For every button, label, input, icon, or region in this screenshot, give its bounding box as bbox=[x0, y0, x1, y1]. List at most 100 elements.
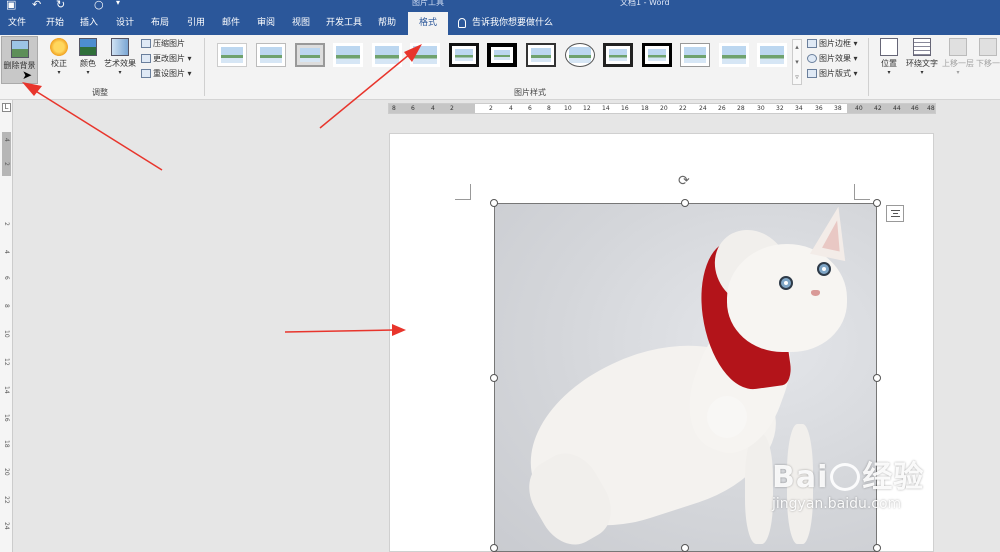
tab-developer[interactable]: 开发工具 bbox=[322, 12, 366, 35]
resize-handle-e[interactable] bbox=[873, 374, 881, 382]
picture-style-4[interactable] bbox=[333, 43, 363, 67]
resize-handle-ne[interactable] bbox=[873, 199, 881, 207]
tab-selector[interactable]: L bbox=[2, 103, 11, 112]
wrap-text-label: 环绕文字 bbox=[906, 59, 938, 68]
horizontal-ruler[interactable]: 8 6 4 2 2 4 6 8 10 12 14 16 18 20 22 24 … bbox=[388, 103, 936, 114]
hruler-number: 4 bbox=[431, 105, 435, 112]
color-button[interactable]: 颜色 ▾ bbox=[74, 38, 102, 84]
tell-me-text: 告诉我你想要做什么 bbox=[472, 18, 554, 28]
hruler-number: 40 bbox=[855, 105, 863, 112]
picture-style-13[interactable] bbox=[680, 43, 710, 67]
wrap-text-button[interactable]: 环绕文字 ▾ bbox=[904, 38, 940, 84]
resize-handle-se[interactable] bbox=[873, 544, 881, 552]
tab-view[interactable]: 视图 bbox=[286, 12, 316, 35]
remove-background-button[interactable]: 删除背景 bbox=[1, 36, 38, 84]
bring-forward-label: 上移一层 bbox=[942, 59, 974, 68]
picture-effects-button[interactable]: 图片效果 ▾ bbox=[807, 53, 858, 65]
resize-handle-nw[interactable] bbox=[490, 199, 498, 207]
tab-design[interactable]: 设计 bbox=[110, 12, 140, 35]
position-button[interactable]: 位置 ▾ bbox=[874, 38, 904, 84]
watermark-url: jingyan.baidu.com bbox=[772, 496, 902, 512]
picture-style-12[interactable] bbox=[642, 43, 672, 67]
picture-style-7[interactable] bbox=[449, 43, 479, 67]
send-backward-icon bbox=[979, 38, 997, 56]
gallery-scroll[interactable]: ▴ ▾ ▿ bbox=[792, 39, 802, 85]
tab-insert[interactable]: 插入 bbox=[74, 12, 104, 35]
picture-style-14[interactable] bbox=[719, 43, 749, 67]
resize-handle-n[interactable] bbox=[681, 199, 689, 207]
circle-icon[interactable]: ○ bbox=[94, 0, 104, 11]
wrap-text-icon bbox=[913, 38, 931, 56]
customize-quick-access-icon[interactable]: ▾ bbox=[116, 0, 120, 7]
send-backward-button[interactable]: 下移一 bbox=[976, 38, 1000, 84]
corrections-label: 校正 bbox=[51, 59, 67, 68]
ribbon-format: 删除背景 校正 ▾ 颜色 ▾ 艺术效果 ▾ 压缩图片 更改图片 ▾ 重设图片 ▾ 调整… bbox=[0, 35, 1000, 100]
picture-styles-group-label: 图片样式 bbox=[514, 88, 546, 97]
picture-style-1[interactable] bbox=[217, 43, 247, 67]
picture-style-6[interactable] bbox=[410, 43, 440, 67]
hruler-number: 22 bbox=[679, 105, 687, 112]
tab-format[interactable]: 格式 bbox=[408, 12, 448, 36]
hruler-number: 42 bbox=[874, 105, 882, 112]
redo-icon[interactable]: ↻ bbox=[56, 0, 65, 11]
bring-forward-button[interactable]: 上移一层 ▾ bbox=[940, 38, 976, 84]
bring-forward-icon bbox=[949, 38, 967, 56]
picture-style-8[interactable] bbox=[487, 43, 517, 67]
compress-pictures-button[interactable]: 压缩图片 bbox=[141, 38, 185, 50]
cat-eye bbox=[779, 276, 793, 290]
tab-mailings[interactable]: 邮件 bbox=[216, 12, 246, 35]
tell-me-search[interactable]: 告诉我你想要做什么 bbox=[458, 12, 553, 35]
document-title: 文档1 - Word bbox=[620, 0, 670, 7]
vertical-ruler[interactable]: L 4 2 2 4 6 8 10 12 14 16 18 20 22 24 bbox=[0, 100, 13, 552]
hruler-number: 48 bbox=[927, 105, 935, 112]
hruler-number: 12 bbox=[583, 105, 591, 112]
gallery-down-icon[interactable]: ▾ bbox=[793, 55, 801, 70]
hruler-number: 20 bbox=[660, 105, 668, 112]
tab-help[interactable]: 帮助 bbox=[372, 12, 402, 35]
resize-handle-sw[interactable] bbox=[490, 544, 498, 552]
hruler-number: 14 bbox=[602, 105, 610, 112]
picture-style-2[interactable] bbox=[256, 43, 286, 67]
hruler-number: 44 bbox=[893, 105, 901, 112]
hruler-number: 8 bbox=[392, 105, 396, 112]
save-icon[interactable]: ▣ bbox=[6, 0, 16, 11]
tab-layout[interactable]: 布局 bbox=[145, 12, 175, 35]
picture-style-10[interactable] bbox=[565, 43, 595, 67]
layout-options-icon[interactable] bbox=[886, 205, 904, 222]
reset-picture-button[interactable]: 重设图片 ▾ bbox=[141, 68, 192, 80]
resize-handle-w[interactable] bbox=[490, 374, 498, 382]
artistic-effects-button[interactable]: 艺术效果 ▾ bbox=[102, 38, 138, 84]
resize-handle-s[interactable] bbox=[681, 544, 689, 552]
cat-front-leg bbox=[745, 434, 773, 544]
undo-icon[interactable]: ↶ bbox=[32, 0, 41, 11]
tab-references[interactable]: 引用 bbox=[181, 12, 211, 35]
vruler-number: 2 bbox=[3, 222, 10, 226]
tab-review[interactable]: 审阅 bbox=[251, 12, 281, 35]
corrections-button[interactable]: 校正 ▾ bbox=[44, 38, 74, 84]
picture-style-5[interactable] bbox=[372, 43, 402, 67]
adjust-group-label: 调整 bbox=[92, 88, 108, 97]
picture-style-9[interactable] bbox=[526, 43, 556, 67]
margin-corner-top-right bbox=[854, 184, 870, 200]
margin-corner-top-left bbox=[455, 184, 471, 200]
vruler-number: 14 bbox=[3, 386, 10, 394]
tab-file[interactable]: 文件 bbox=[2, 12, 32, 35]
vruler-number: 16 bbox=[3, 414, 10, 422]
hruler-number: 6 bbox=[411, 105, 415, 112]
vruler-number: 4 bbox=[3, 250, 10, 254]
change-picture-button[interactable]: 更改图片 ▾ bbox=[141, 53, 192, 65]
vruler-number: 22 bbox=[3, 496, 10, 504]
hruler-number: 46 bbox=[911, 105, 919, 112]
tab-home[interactable]: 开始 bbox=[40, 12, 70, 35]
rotate-handle-icon[interactable]: ⟳ bbox=[678, 173, 690, 189]
picture-border-label: 图片边框 bbox=[819, 39, 851, 48]
picture-style-15[interactable] bbox=[757, 43, 787, 67]
picture-layout-button[interactable]: 图片版式 ▾ bbox=[807, 68, 858, 80]
picture-border-button[interactable]: 图片边框 ▾ bbox=[807, 38, 858, 50]
gallery-more-icon[interactable]: ▿ bbox=[793, 70, 801, 85]
picture-style-11[interactable] bbox=[603, 43, 633, 67]
change-picture-label: 更改图片 bbox=[153, 54, 185, 63]
gallery-up-icon[interactable]: ▴ bbox=[793, 40, 801, 55]
cat-eye bbox=[817, 262, 831, 276]
picture-style-3[interactable] bbox=[295, 43, 325, 67]
